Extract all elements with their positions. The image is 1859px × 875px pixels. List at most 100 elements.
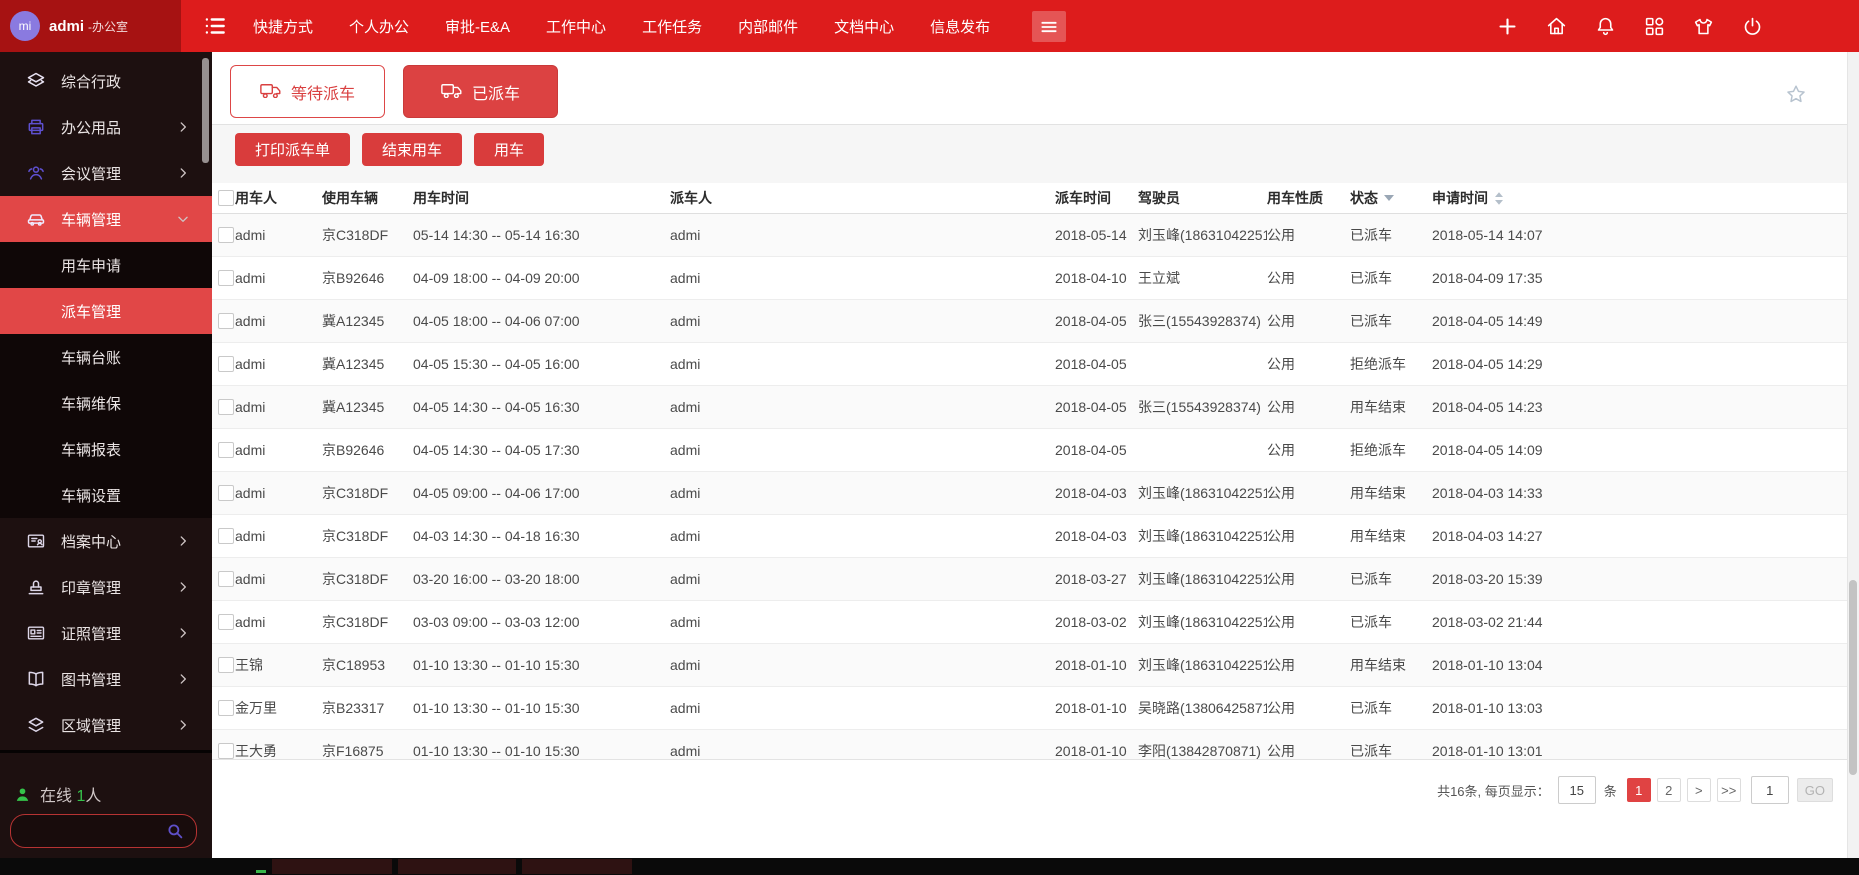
table-row[interactable]: admi京B9264604-09 18:00 -- 04-09 20:00adm… bbox=[212, 257, 1847, 300]
row-checkbox[interactable] bbox=[218, 313, 234, 329]
end-vehicle-use-button[interactable]: 结束用车 bbox=[362, 133, 462, 166]
cell-use-type: 公用 bbox=[1267, 440, 1350, 460]
top-menu-internal-mail[interactable]: 内部邮件 bbox=[738, 16, 798, 37]
sidebar-item-office-supplies[interactable]: 办公用品 bbox=[0, 104, 212, 150]
page-size-input[interactable] bbox=[1558, 776, 1596, 804]
use-vehicle-button[interactable]: 用车 bbox=[474, 133, 544, 166]
sidebar-search-input[interactable] bbox=[11, 823, 166, 839]
print-dispatch-sheet-button[interactable]: 打印派车单 bbox=[235, 133, 350, 166]
column-header-status[interactable]: 状态 bbox=[1350, 188, 1432, 208]
sidebar-item-archive-center[interactable]: 档案中心 bbox=[0, 518, 212, 564]
sidebar-item-region-management[interactable]: 区域管理 bbox=[0, 702, 212, 748]
row-checkbox[interactable] bbox=[218, 485, 234, 501]
last-page-button[interactable]: >> bbox=[1717, 778, 1741, 802]
home-icon[interactable] bbox=[1546, 16, 1567, 37]
top-menu-shortcut[interactable]: 快捷方式 bbox=[253, 16, 313, 37]
table-row[interactable]: admi京C318DF05-14 14:30 -- 05-14 16:30adm… bbox=[212, 214, 1847, 257]
row-checkbox[interactable] bbox=[218, 442, 234, 458]
sidebar-subitem-dispatch-management[interactable]: 派车管理 bbox=[0, 288, 212, 334]
cell-driver: 李阳(13842870871) bbox=[1138, 741, 1267, 760]
cell-driver: 刘玉峰(18631042251) bbox=[1138, 526, 1267, 546]
car-icon bbox=[26, 209, 46, 229]
table-row[interactable]: 金万里京B2331701-10 13:30 -- 01-10 15:30admi… bbox=[212, 687, 1847, 730]
table-row[interactable]: admi京C318DF03-20 16:00 -- 03-20 18:00adm… bbox=[212, 558, 1847, 601]
next-page-button[interactable]: > bbox=[1687, 778, 1711, 802]
page-button-1[interactable]: 1 bbox=[1627, 778, 1651, 802]
row-checkbox[interactable] bbox=[218, 700, 234, 716]
star-icon[interactable] bbox=[1785, 83, 1807, 105]
top-menu-document-center[interactable]: 文档中心 bbox=[834, 16, 894, 37]
taskbar-item[interactable] bbox=[522, 859, 632, 874]
top-menu-work-center[interactable]: 工作中心 bbox=[546, 16, 606, 37]
row-checkbox[interactable] bbox=[218, 356, 234, 372]
sidebar-subitem-vehicle-maintenance[interactable]: 车辆维保 bbox=[0, 380, 212, 426]
go-button[interactable]: GO bbox=[1797, 778, 1833, 802]
sidebar-subitem-vehicle-ledger[interactable]: 车辆台账 bbox=[0, 334, 212, 380]
cell-use-type: 公用 bbox=[1267, 698, 1350, 718]
table-row[interactable]: 王大勇京F1687501-10 13:30 -- 01-10 15:30admi… bbox=[212, 730, 1847, 760]
table-row[interactable]: admi冀A1234504-05 18:00 -- 04-06 07:00adm… bbox=[212, 300, 1847, 343]
top-menu-bar: 快捷方式 个人办公 审批-E&A 工作中心 工作任务 内部邮件 文档中心 信息发布 bbox=[253, 0, 990, 52]
sidebar-item-meeting-management[interactable]: 会议管理 bbox=[0, 150, 212, 196]
cell-user: admi bbox=[235, 313, 322, 329]
taskbar-item[interactable] bbox=[398, 859, 516, 874]
sidebar-item-general-admin[interactable]: 综合行政 bbox=[0, 58, 212, 104]
tab-waiting-dispatch[interactable]: 等待派车 bbox=[230, 65, 385, 118]
main-scrollbar-thumb[interactable] bbox=[1849, 580, 1857, 775]
chevron-right-icon bbox=[176, 580, 190, 594]
sidebar-subitem-vehicle-request[interactable]: 用车申请 bbox=[0, 242, 212, 288]
table-row[interactable]: 王锦京C1895301-10 13:30 -- 01-10 15:30admi2… bbox=[212, 644, 1847, 687]
top-menu-work-tasks[interactable]: 工作任务 bbox=[642, 16, 702, 37]
row-checkbox[interactable] bbox=[218, 399, 234, 415]
bell-icon[interactable] bbox=[1595, 16, 1616, 37]
row-checkbox[interactable] bbox=[218, 657, 234, 673]
table-row[interactable]: admi冀A1234504-05 15:30 -- 04-05 16:00adm… bbox=[212, 343, 1847, 386]
cell-dispatcher: admi bbox=[670, 227, 1055, 243]
cell-use-time: 04-05 15:30 -- 04-05 16:00 bbox=[413, 356, 670, 372]
sidebar-subitem-vehicle-settings[interactable]: 车辆设置 bbox=[0, 472, 212, 518]
top-menu-info-publish[interactable]: 信息发布 bbox=[930, 16, 990, 37]
theme-shirt-icon[interactable] bbox=[1693, 16, 1714, 37]
row-checkbox[interactable] bbox=[218, 614, 234, 630]
layers-icon bbox=[26, 71, 46, 91]
search-icon[interactable] bbox=[166, 822, 184, 840]
row-select-column bbox=[212, 743, 235, 759]
sidebar-item-vehicle-management[interactable]: 车辆管理 bbox=[0, 196, 212, 242]
table-row[interactable]: admi京C318DF04-05 09:00 -- 04-06 17:00adm… bbox=[212, 472, 1847, 515]
table-row[interactable]: admi京B9264604-05 14:30 -- 04-05 17:30adm… bbox=[212, 429, 1847, 472]
row-checkbox[interactable] bbox=[218, 270, 234, 286]
chevron-right-icon bbox=[176, 166, 190, 180]
plus-icon[interactable] bbox=[1497, 16, 1518, 37]
menu-toggle-button[interactable] bbox=[1032, 11, 1066, 42]
taskbar-item[interactable] bbox=[272, 859, 392, 874]
select-all-checkbox[interactable] bbox=[218, 190, 234, 206]
sidebar-item-license-management[interactable]: 证照管理 bbox=[0, 610, 212, 656]
sidebar-item-seal-management[interactable]: 印章管理 bbox=[0, 564, 212, 610]
table-row[interactable]: admi京C318DF03-03 09:00 -- 03-03 12:00adm… bbox=[212, 601, 1847, 644]
row-checkbox[interactable] bbox=[218, 227, 234, 243]
row-checkbox[interactable] bbox=[218, 528, 234, 544]
top-menu-approval-ea[interactable]: 审批-E&A bbox=[445, 16, 510, 37]
row-checkbox[interactable] bbox=[218, 743, 234, 759]
table-row[interactable]: admi京C318DF04-03 14:30 -- 04-18 16:30adm… bbox=[212, 515, 1847, 558]
sidebar-item-book-management[interactable]: 图书管理 bbox=[0, 656, 212, 702]
cell-use-type: 公用 bbox=[1267, 612, 1350, 632]
list-icon[interactable] bbox=[202, 13, 228, 39]
cell-dispatch-date: 2018-04-10 bbox=[1055, 270, 1138, 286]
power-icon[interactable] bbox=[1742, 16, 1763, 37]
chevron-right-icon bbox=[176, 626, 190, 640]
sidebar-item-label: 会议管理 bbox=[61, 163, 121, 184]
goto-page-input[interactable] bbox=[1751, 776, 1789, 804]
user-badge[interactable]: mi admi -办公室 bbox=[0, 0, 181, 52]
sidebar-scrollbar-thumb[interactable] bbox=[202, 58, 209, 163]
column-header-apply-time[interactable]: 申请时间 bbox=[1432, 188, 1847, 208]
tab-dispatched[interactable]: 已派车 bbox=[403, 65, 558, 118]
row-select-column bbox=[212, 313, 235, 329]
row-checkbox[interactable] bbox=[218, 571, 234, 587]
page-button-2[interactable]: 2 bbox=[1657, 778, 1681, 802]
apps-grid-icon[interactable] bbox=[1644, 16, 1665, 37]
top-menu-personal-office[interactable]: 个人办公 bbox=[349, 16, 409, 37]
sidebar-subitem-vehicle-report[interactable]: 车辆报表 bbox=[0, 426, 212, 472]
table-row[interactable]: admi冀A1234504-05 14:30 -- 04-05 16:30adm… bbox=[212, 386, 1847, 429]
cell-use-time: 04-03 14:30 -- 04-18 16:30 bbox=[413, 528, 670, 544]
